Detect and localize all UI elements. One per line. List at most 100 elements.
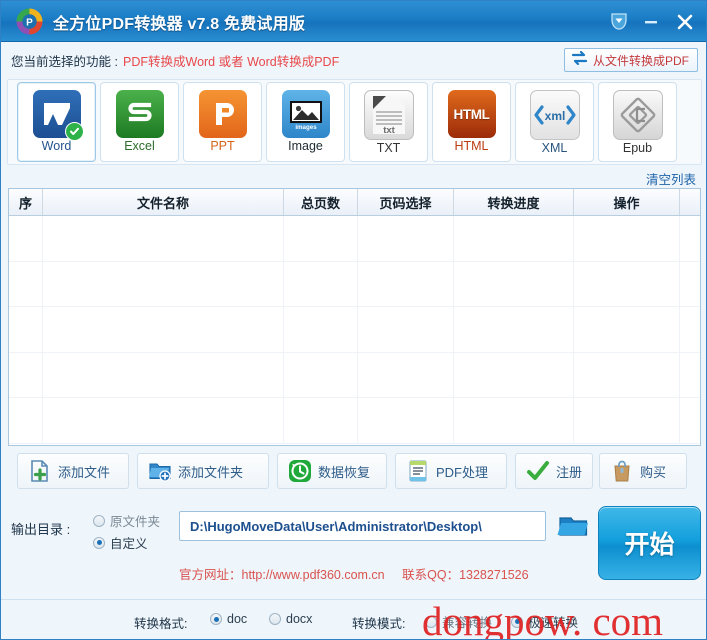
pdf-converter-logo-icon: P	[15, 7, 44, 36]
table-cell-action	[574, 307, 680, 352]
start-button[interactable]: 开始	[598, 506, 701, 580]
type-button-html[interactable]: HTML HTML	[432, 82, 511, 162]
action-button-row: 添加文件 添加文件夹 数据恢复 PDF处理 注册 购买	[1, 453, 706, 497]
table-header-filename[interactable]: 文件名称	[43, 189, 284, 215]
official-website[interactable]: 官方网址：http://www.pdf360.com.cn	[179, 568, 385, 582]
green-check-icon	[526, 459, 550, 483]
format-option-doc-label: doc	[227, 612, 248, 626]
table-cell-spacer	[680, 307, 700, 352]
table-cell-filename	[43, 352, 284, 397]
function-label: 您当前选择的功能 :	[11, 55, 118, 69]
table-cell-filename	[43, 307, 284, 352]
epub-icon	[612, 90, 663, 140]
type-button-epub[interactable]: Epub	[598, 82, 677, 162]
convert-to-pdf-label: 从文件转换成PDF	[592, 53, 689, 68]
buy-label: 购买	[640, 464, 667, 480]
image-icon: images	[281, 90, 330, 138]
output-option-custom[interactable]: 自定义	[93, 533, 148, 552]
table-header-action[interactable]: 操作	[574, 189, 680, 215]
type-button-excel[interactable]: Excel	[100, 82, 179, 162]
table-cell-spacer	[680, 216, 700, 261]
output-option-original[interactable]: 原文件夹	[93, 511, 160, 530]
table-cell-filename	[43, 398, 284, 443]
table-cell-spacer	[680, 262, 700, 307]
table-cell-pages	[284, 216, 358, 261]
format-option-doc[interactable]: doc	[210, 612, 247, 626]
add-file-button[interactable]: 添加文件	[17, 453, 129, 489]
register-label: 注册	[556, 464, 583, 480]
add-folder-label: 添加文件夹	[178, 464, 244, 480]
add-folder-button[interactable]: 添加文件夹	[137, 453, 269, 489]
table-cell-progress	[454, 398, 574, 443]
type-button-image[interactable]: images Image	[266, 82, 345, 162]
table-cell-progress	[454, 216, 574, 261]
table-cell-pagesel	[358, 352, 454, 397]
table-row[interactable]	[9, 261, 700, 307]
table-cell-pagesel	[358, 216, 454, 261]
ppt-icon	[198, 90, 247, 138]
pdf-process-label: PDF处理	[436, 464, 489, 480]
contact-line: 官方网址：http://www.pdf360.com.cn 联系QQ：13282…	[179, 564, 529, 583]
table-body	[9, 216, 700, 444]
table-row[interactable]	[9, 398, 700, 444]
radio-compat-icon	[425, 615, 437, 628]
svg-text:P: P	[26, 18, 33, 29]
type-label-epub: Epub	[622, 141, 653, 155]
output-path-input[interactable]: D:\HugoMoveData\User\Administrator\Deskt…	[179, 511, 546, 541]
pdf-process-button[interactable]: PDF处理	[395, 453, 507, 489]
output-option-original-label: 原文件夹	[110, 515, 161, 529]
html-icon: HTML	[447, 90, 496, 138]
format-option-docx[interactable]: docx	[269, 612, 312, 626]
clear-list-link[interactable]: 清空列表	[646, 169, 696, 188]
svg-text:xml: xml	[544, 109, 565, 123]
window-title: 全方位PDF转换器 v7.8 免费试用版	[53, 16, 306, 33]
clock-restore-icon	[288, 459, 312, 483]
radio-doc-icon	[210, 613, 222, 625]
table-row[interactable]	[9, 352, 700, 398]
type-button-row: Word Excel PPT images Image txt TXT HTML…	[1, 79, 706, 165]
table-row[interactable]	[9, 216, 700, 262]
table-header-index[interactable]: 序	[9, 189, 43, 215]
type-label-html: HTML	[454, 139, 489, 153]
convert-to-pdf-button[interactable]: 从文件转换成PDF	[563, 48, 698, 72]
function-value: PDF转换成Word 或者 Word转换成PDF	[123, 55, 340, 69]
browse-folder-button[interactable]	[554, 510, 592, 542]
table-row[interactable]	[9, 307, 700, 353]
table-cell-pagesel	[358, 261, 454, 306]
word-icon	[32, 90, 84, 141]
type-label-ppt: PPT	[210, 139, 235, 153]
app-window: P 全方位PDF转换器 v7.8 免费试用版 您当前选择的功能 : PDF转换成…	[0, 0, 707, 640]
file-list-table: 序 文件名称 总页数 页码选择 转换进度 操作	[8, 188, 701, 446]
type-button-ppt[interactable]: PPT	[183, 82, 262, 162]
swap-arrows-icon	[571, 50, 588, 70]
shopping-bag-icon	[610, 459, 634, 483]
data-recover-button[interactable]: 数据恢复	[277, 453, 387, 489]
table-header-progress[interactable]: 转换进度	[454, 189, 574, 215]
table-cell-pages	[284, 352, 358, 397]
table-header-pages[interactable]: 总页数	[284, 189, 358, 215]
type-button-txt[interactable]: txt TXT	[349, 82, 428, 162]
table-cell-action	[574, 352, 680, 397]
buy-button[interactable]: 购买	[599, 453, 687, 489]
type-label-excel: Excel	[124, 139, 155, 153]
table-cell-action	[574, 261, 680, 306]
shield-down-icon[interactable]	[606, 9, 632, 34]
mode-option-fast[interactable]: 极速转换	[511, 612, 578, 631]
table-cell-filename	[43, 216, 284, 261]
register-button[interactable]: 注册	[515, 453, 593, 489]
mode-option-compat[interactable]: 兼容转换	[425, 612, 492, 631]
table-cell-pages	[284, 398, 358, 443]
type-label-xml: XML	[541, 141, 568, 155]
type-button-xml[interactable]: xml XML	[515, 82, 594, 162]
table-header-pagesel[interactable]: 页码选择	[358, 189, 454, 215]
table-cell-action	[574, 216, 680, 261]
type-button-word[interactable]: Word	[17, 82, 96, 162]
close-icon[interactable]	[672, 9, 698, 34]
minimize-icon[interactable]	[638, 9, 664, 34]
data-recover-label: 数据恢复	[318, 464, 371, 480]
table-cell-index	[9, 261, 43, 306]
table-cell-spacer	[680, 353, 700, 398]
document-lines-icon	[406, 459, 430, 483]
svg-text:txt: txt	[383, 125, 395, 136]
table-cell-progress	[454, 307, 574, 352]
